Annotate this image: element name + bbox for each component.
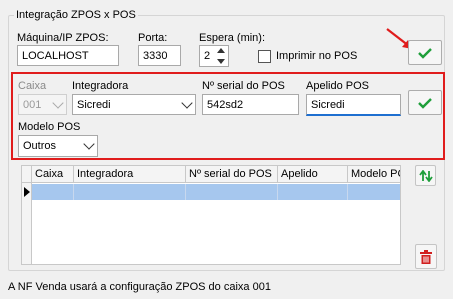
group-title: Integração ZPOS x POS xyxy=(14,9,138,21)
col-apelido[interactable]: Apelido xyxy=(278,166,348,183)
cell-modelo xyxy=(348,184,400,200)
wait-spinner[interactable] xyxy=(214,46,228,66)
wait-label: Espera (min): xyxy=(199,32,266,44)
cell-serial xyxy=(186,184,278,200)
print-checkbox[interactable] xyxy=(258,50,271,63)
col-caixa[interactable]: Caixa xyxy=(32,166,74,183)
chevron-down-icon xyxy=(181,96,193,109)
cell-integradora xyxy=(74,184,186,200)
spin-down-icon[interactable] xyxy=(217,59,225,64)
print-label: Imprimir no POS xyxy=(276,50,358,62)
spin-up-icon[interactable] xyxy=(217,48,225,53)
check-icon xyxy=(418,97,432,109)
caixa-select: 001 xyxy=(18,94,67,115)
check-icon xyxy=(418,47,432,59)
col-integradora[interactable]: Integradora xyxy=(74,166,186,183)
caixa-label: Caixa xyxy=(18,80,47,92)
integradora-select[interactable]: Sicredi xyxy=(72,94,196,115)
grid-indicator-header xyxy=(22,166,32,183)
reorder-button[interactable] xyxy=(415,165,436,186)
machine-input[interactable]: LOCALHOST xyxy=(17,45,119,66)
apelido-input[interactable]: Sicredi xyxy=(306,94,401,116)
modelo-label: Modelo POS xyxy=(18,121,81,133)
serial-input[interactable]: 542sd2 xyxy=(202,94,299,115)
confirm-edit-button[interactable] xyxy=(408,90,442,115)
caixa-value: 001 xyxy=(23,98,42,111)
apelido-label: Apelido POS xyxy=(306,80,369,92)
trash-icon xyxy=(420,249,432,264)
confirm-top-button[interactable] xyxy=(408,40,442,65)
delete-button[interactable] xyxy=(415,244,437,269)
sort-arrows-icon xyxy=(418,169,433,182)
chevron-down-icon xyxy=(52,96,64,109)
serial-label: Nº serial do POS xyxy=(202,80,285,92)
machine-label: Máquina/IP ZPOS: xyxy=(17,32,109,44)
port-input[interactable]: 3330 xyxy=(138,45,181,66)
modelo-value: Outros xyxy=(23,140,57,152)
col-modelo[interactable]: Modelo PC xyxy=(348,166,400,183)
footer-note: A NF Venda usará a configuração ZPOS do … xyxy=(8,281,271,293)
grid-header: Caixa Integradora Nº serial do POS Apeli… xyxy=(22,166,400,183)
integradora-label: Integradora xyxy=(72,80,129,92)
integradora-value: Sicredi xyxy=(77,98,111,111)
cell-apelido xyxy=(278,184,348,200)
row-pointer-icon xyxy=(24,187,30,197)
pos-grid[interactable]: Caixa Integradora Nº serial do POS Apeli… xyxy=(21,165,401,265)
col-serial[interactable]: Nº serial do POS xyxy=(186,166,278,183)
table-row[interactable] xyxy=(32,184,400,200)
modelo-select[interactable]: Outros xyxy=(18,135,98,157)
cell-caixa xyxy=(32,184,74,200)
chevron-down-icon xyxy=(83,138,95,150)
wait-value: 2 xyxy=(204,50,211,62)
port-label: Porta: xyxy=(138,32,168,44)
